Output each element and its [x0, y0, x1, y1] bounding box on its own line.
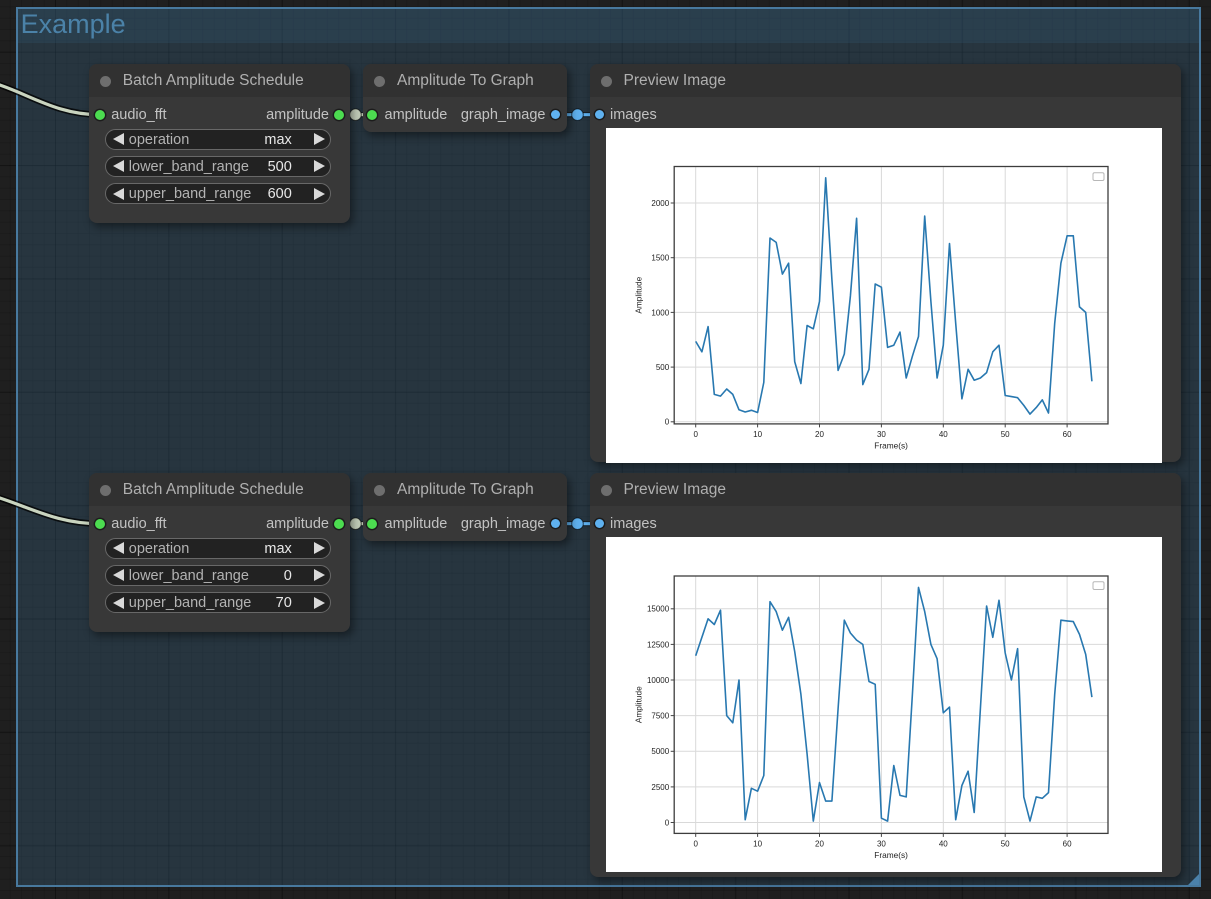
svg-text:2000: 2000 [651, 198, 669, 207]
svg-text:20: 20 [815, 429, 824, 438]
svg-text:30: 30 [877, 839, 886, 848]
svg-text:0: 0 [693, 839, 698, 848]
svg-text:10: 10 [753, 429, 762, 438]
svg-text:60: 60 [1063, 839, 1072, 848]
svg-text:Amplitude: Amplitude [634, 276, 644, 313]
svg-text:Frame(s): Frame(s) [874, 440, 908, 450]
svg-text:15000: 15000 [647, 604, 670, 613]
svg-text:5000: 5000 [651, 747, 669, 756]
svg-text:60: 60 [1063, 429, 1072, 438]
svg-text:0: 0 [693, 429, 698, 438]
svg-text:10: 10 [753, 839, 762, 848]
svg-text:10000: 10000 [647, 675, 670, 684]
svg-text:500: 500 [656, 363, 670, 372]
svg-text:50: 50 [1001, 839, 1010, 848]
svg-text:40: 40 [939, 429, 948, 438]
svg-text:50: 50 [1001, 429, 1010, 438]
svg-text:Amplitude: Amplitude [634, 685, 644, 722]
svg-text:40: 40 [939, 839, 948, 848]
svg-text:2500: 2500 [651, 782, 669, 791]
svg-text:20: 20 [815, 839, 824, 848]
svg-text:12500: 12500 [647, 640, 670, 649]
svg-text:0: 0 [665, 417, 670, 426]
svg-text:30: 30 [877, 429, 886, 438]
svg-text:Frame(s): Frame(s) [874, 849, 908, 859]
svg-text:1500: 1500 [651, 253, 669, 262]
svg-text:1000: 1000 [651, 308, 669, 317]
svg-text:7500: 7500 [651, 711, 669, 720]
svg-text:0: 0 [665, 818, 670, 827]
